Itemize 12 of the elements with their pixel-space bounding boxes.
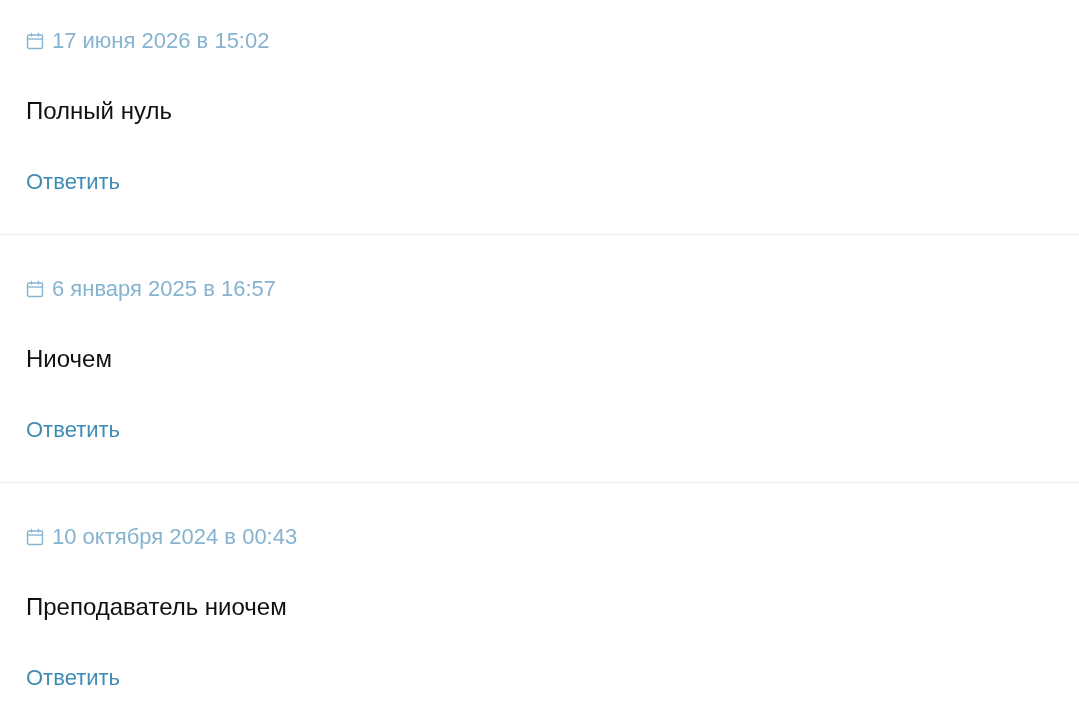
reply-link[interactable]: Ответить (26, 415, 121, 445)
reply-link[interactable]: Ответить (26, 663, 121, 693)
comment-text: Ниочем (26, 344, 112, 374)
calendar-icon (26, 528, 44, 546)
comment-text: Преподаватель ниочем (26, 592, 287, 622)
comment-text: Полный нуль (26, 96, 172, 126)
calendar-icon (26, 280, 44, 298)
comment-date: 17 июня 2026 в 15:02 (52, 27, 270, 55)
comment-date: 10 октября 2024 в 00:43 (52, 523, 298, 551)
calendar-icon (26, 32, 44, 50)
reply-link[interactable]: Ответить (26, 167, 121, 197)
comment-date: 6 января 2025 в 16:57 (52, 275, 276, 303)
